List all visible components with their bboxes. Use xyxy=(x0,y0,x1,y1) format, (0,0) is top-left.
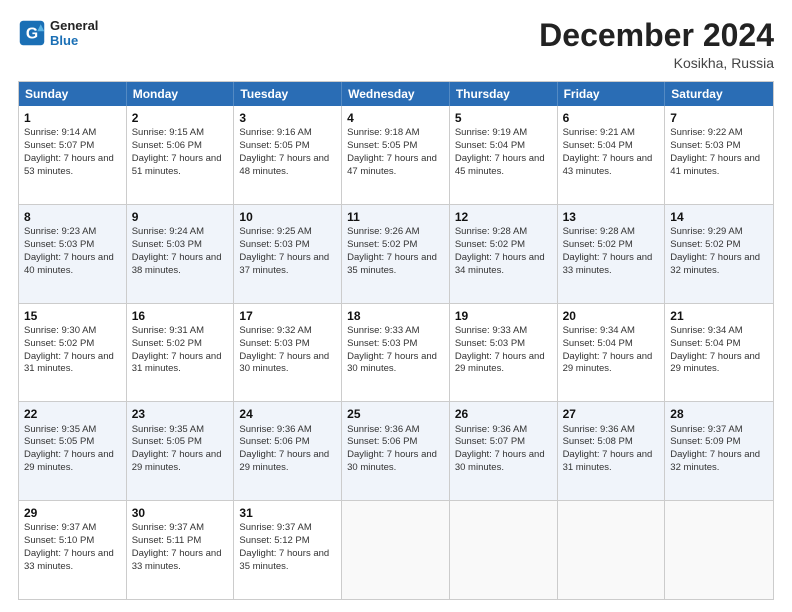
table-row: 21Sunrise: 9:34 AMSunset: 5:04 PMDayligh… xyxy=(665,304,773,402)
calendar-row: 8Sunrise: 9:23 AMSunset: 5:03 PMDaylight… xyxy=(19,204,773,303)
header-wednesday: Wednesday xyxy=(342,82,450,106)
header-saturday: Saturday xyxy=(665,82,773,106)
header-friday: Friday xyxy=(558,82,666,106)
table-row: 4Sunrise: 9:18 AMSunset: 5:05 PMDaylight… xyxy=(342,106,450,204)
table-row xyxy=(450,501,558,599)
table-row: 26Sunrise: 9:36 AMSunset: 5:07 PMDayligh… xyxy=(450,402,558,500)
calendar-header: Sunday Monday Tuesday Wednesday Thursday… xyxy=(19,82,773,106)
table-row: 16Sunrise: 9:31 AMSunset: 5:02 PMDayligh… xyxy=(127,304,235,402)
table-row: 23Sunrise: 9:35 AMSunset: 5:05 PMDayligh… xyxy=(127,402,235,500)
table-row xyxy=(558,501,666,599)
table-row: 24Sunrise: 9:36 AMSunset: 5:06 PMDayligh… xyxy=(234,402,342,500)
table-row: 31Sunrise: 9:37 AMSunset: 5:12 PMDayligh… xyxy=(234,501,342,599)
page-header: G General Blue December 2024 Kosikha, Ru… xyxy=(18,18,774,71)
table-row: 25Sunrise: 9:36 AMSunset: 5:06 PMDayligh… xyxy=(342,402,450,500)
table-row: 13Sunrise: 9:28 AMSunset: 5:02 PMDayligh… xyxy=(558,205,666,303)
table-row: 14Sunrise: 9:29 AMSunset: 5:02 PMDayligh… xyxy=(665,205,773,303)
table-row xyxy=(665,501,773,599)
calendar-page: G General Blue December 2024 Kosikha, Ru… xyxy=(0,0,792,612)
svg-text:G: G xyxy=(26,25,38,42)
calendar-body: 1Sunrise: 9:14 AMSunset: 5:07 PMDaylight… xyxy=(19,106,773,599)
table-row: 2Sunrise: 9:15 AMSunset: 5:06 PMDaylight… xyxy=(127,106,235,204)
table-row: 15Sunrise: 9:30 AMSunset: 5:02 PMDayligh… xyxy=(19,304,127,402)
logo: G General Blue xyxy=(18,18,98,48)
calendar: Sunday Monday Tuesday Wednesday Thursday… xyxy=(18,81,774,600)
table-row: 18Sunrise: 9:33 AMSunset: 5:03 PMDayligh… xyxy=(342,304,450,402)
location: Kosikha, Russia xyxy=(539,55,774,71)
header-sunday: Sunday xyxy=(19,82,127,106)
calendar-row: 22Sunrise: 9:35 AMSunset: 5:05 PMDayligh… xyxy=(19,401,773,500)
header-thursday: Thursday xyxy=(450,82,558,106)
calendar-row: 1Sunrise: 9:14 AMSunset: 5:07 PMDaylight… xyxy=(19,106,773,204)
table-row: 20Sunrise: 9:34 AMSunset: 5:04 PMDayligh… xyxy=(558,304,666,402)
table-row: 12Sunrise: 9:28 AMSunset: 5:02 PMDayligh… xyxy=(450,205,558,303)
table-row xyxy=(342,501,450,599)
table-row: 9Sunrise: 9:24 AMSunset: 5:03 PMDaylight… xyxy=(127,205,235,303)
month-title: December 2024 xyxy=(539,18,774,53)
table-row: 19Sunrise: 9:33 AMSunset: 5:03 PMDayligh… xyxy=(450,304,558,402)
table-row: 6Sunrise: 9:21 AMSunset: 5:04 PMDaylight… xyxy=(558,106,666,204)
table-row: 7Sunrise: 9:22 AMSunset: 5:03 PMDaylight… xyxy=(665,106,773,204)
table-row: 17Sunrise: 9:32 AMSunset: 5:03 PMDayligh… xyxy=(234,304,342,402)
logo-text: General Blue xyxy=(50,18,98,48)
calendar-row: 29Sunrise: 9:37 AMSunset: 5:10 PMDayligh… xyxy=(19,500,773,599)
table-row: 11Sunrise: 9:26 AMSunset: 5:02 PMDayligh… xyxy=(342,205,450,303)
table-row: 27Sunrise: 9:36 AMSunset: 5:08 PMDayligh… xyxy=(558,402,666,500)
table-row: 28Sunrise: 9:37 AMSunset: 5:09 PMDayligh… xyxy=(665,402,773,500)
table-row: 29Sunrise: 9:37 AMSunset: 5:10 PMDayligh… xyxy=(19,501,127,599)
table-row: 8Sunrise: 9:23 AMSunset: 5:03 PMDaylight… xyxy=(19,205,127,303)
header-monday: Monday xyxy=(127,82,235,106)
table-row: 3Sunrise: 9:16 AMSunset: 5:05 PMDaylight… xyxy=(234,106,342,204)
header-tuesday: Tuesday xyxy=(234,82,342,106)
table-row: 5Sunrise: 9:19 AMSunset: 5:04 PMDaylight… xyxy=(450,106,558,204)
calendar-row: 15Sunrise: 9:30 AMSunset: 5:02 PMDayligh… xyxy=(19,303,773,402)
logo-icon: G xyxy=(18,19,46,47)
table-row: 1Sunrise: 9:14 AMSunset: 5:07 PMDaylight… xyxy=(19,106,127,204)
title-block: December 2024 Kosikha, Russia xyxy=(539,18,774,71)
table-row: 10Sunrise: 9:25 AMSunset: 5:03 PMDayligh… xyxy=(234,205,342,303)
table-row: 30Sunrise: 9:37 AMSunset: 5:11 PMDayligh… xyxy=(127,501,235,599)
table-row: 22Sunrise: 9:35 AMSunset: 5:05 PMDayligh… xyxy=(19,402,127,500)
